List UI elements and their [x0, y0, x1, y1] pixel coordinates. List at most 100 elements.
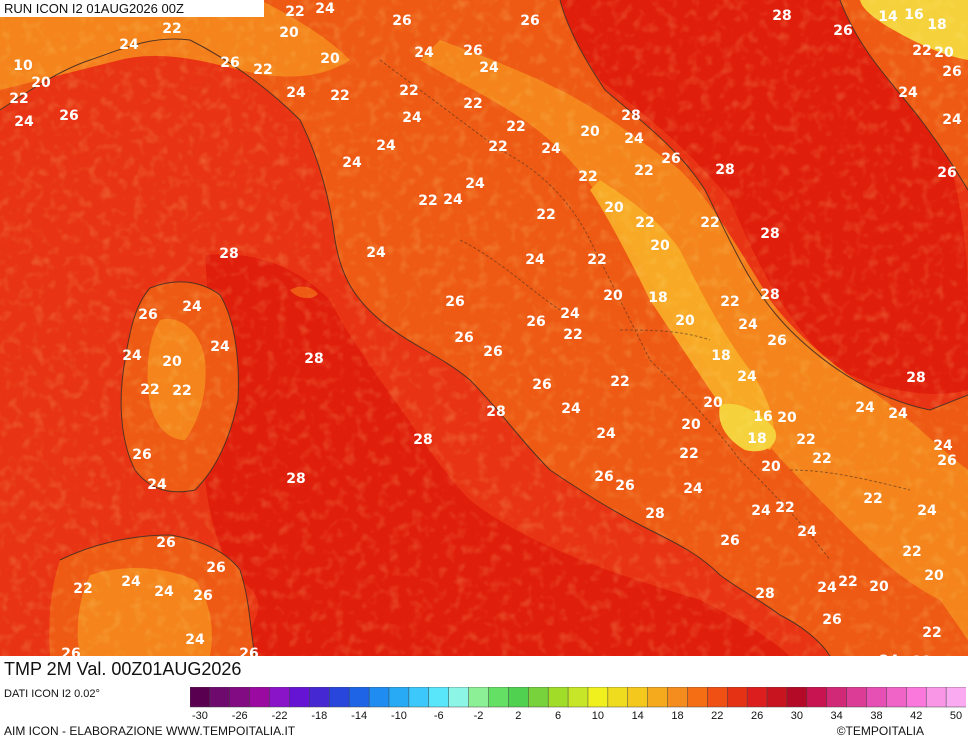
temperature-label: 18	[648, 290, 667, 306]
legend-tick-label: -2	[474, 710, 484, 722]
legend-swatch	[289, 687, 310, 708]
temperature-label: 20	[675, 313, 695, 329]
temperature-label: 24	[888, 406, 908, 422]
temperature-label: 20	[603, 288, 623, 304]
temperature-label: 22	[922, 625, 941, 641]
temperature-label: 26	[61, 646, 80, 656]
temperature-label: 28	[760, 226, 779, 242]
legend-tick-label: -30	[192, 710, 208, 722]
legend-swatch	[886, 687, 907, 708]
legend-swatch	[309, 687, 330, 708]
temperature-label: 28	[772, 8, 791, 24]
temperature-label: 24	[154, 584, 174, 600]
temperature-label: 24	[737, 369, 757, 385]
legend-swatch	[925, 687, 947, 708]
temperature-label: 28	[286, 471, 305, 487]
legend-tick-label: 26	[751, 710, 763, 722]
temperature-label: 24	[210, 339, 230, 355]
temperature-label: 26	[483, 344, 502, 360]
terrain-speckle	[0, 0, 968, 656]
legend-tick-label: 42	[910, 710, 922, 722]
temperature-label: 26	[937, 165, 956, 181]
temperature-label: 26	[454, 330, 473, 346]
temperature-label: 20	[869, 579, 889, 595]
legend-swatch	[766, 687, 788, 708]
temperature-label: 24	[751, 503, 771, 519]
temperature-label: 26	[445, 294, 464, 310]
credits-text: AIM ICON - ELABORAZIONE WWW.TEMPOITALIA.…	[4, 724, 296, 738]
temperature-label: 22	[285, 4, 304, 20]
legend-swatch	[209, 687, 231, 708]
temperature-label: 26	[156, 535, 175, 551]
legend-swatch	[945, 687, 966, 708]
temperature-label: 16	[904, 7, 923, 23]
legend-tick-label: 14	[632, 710, 644, 722]
temperature-label: 20	[31, 75, 51, 91]
temperature-label: 16	[753, 409, 772, 425]
temperature-label: 22	[812, 451, 831, 467]
legend-swatch	[846, 687, 868, 708]
temperature-label: 22	[679, 446, 698, 462]
temperature-label: 20	[703, 395, 723, 411]
temperature-label: 20	[580, 124, 600, 140]
temperature-label: 24	[182, 299, 202, 315]
temperature-label: 24	[122, 348, 142, 364]
legend-tick-label: -18	[311, 710, 327, 722]
legend-swatch	[567, 687, 589, 708]
legend-tick-label: 22	[711, 710, 723, 722]
temperature-label: 26	[720, 533, 739, 549]
temperature-label: 22	[172, 383, 191, 399]
temperature-label: 26	[220, 55, 239, 71]
temperature-label: 28	[715, 162, 734, 178]
temperature-label: 22	[578, 169, 597, 185]
legend-swatch	[488, 687, 509, 708]
temperature-label: 24	[879, 653, 899, 656]
temperature-label: 26	[206, 560, 225, 576]
temperature-label: 22	[587, 252, 606, 268]
temperature-label: 20	[761, 459, 781, 475]
temperature-label: 24	[817, 580, 837, 596]
temperature-label: 22	[634, 163, 653, 179]
legend-swatch	[547, 687, 569, 708]
temperature-map: 22 2426 26 28 14 16182622 202622 2024 24 26242026…	[0, 0, 968, 656]
legend-tick-label: 2	[515, 710, 521, 722]
legend-swatch	[229, 687, 251, 708]
temperature-label: 28	[413, 432, 432, 448]
temperature-label: 20	[162, 354, 182, 370]
temperature-label: 20	[924, 568, 944, 584]
temperature-label: 22	[796, 432, 815, 448]
temperature-label: 22	[912, 43, 931, 59]
temperature-label: 28	[219, 246, 238, 262]
temperature-label: 24	[443, 192, 463, 208]
temperature-label: 22	[488, 139, 507, 155]
temperature-label: 26	[615, 478, 634, 494]
temperature-label: 26	[942, 64, 961, 80]
temperature-label: 26	[532, 377, 551, 393]
temperature-label: 22	[536, 207, 555, 223]
temperature-label: 20	[934, 45, 954, 61]
temperature-label: 18	[927, 17, 946, 33]
temperature-label: 28	[621, 108, 640, 124]
temperature-label: 24	[119, 37, 139, 53]
temperature-label: 28	[755, 586, 774, 602]
temperature-label: 22	[418, 193, 437, 209]
temperature-label: 24	[855, 400, 875, 416]
temperature-label: 22	[863, 491, 882, 507]
temperature-label: 22	[399, 83, 418, 99]
legend-swatch	[348, 687, 370, 708]
legend-swatch	[269, 687, 291, 708]
temperature-label: 22	[506, 119, 525, 135]
temperature-label: 24	[479, 60, 499, 76]
temperature-label: 26	[520, 13, 539, 29]
temperature-label: 24	[683, 481, 703, 497]
legend-swatch	[448, 687, 470, 708]
legend-swatch	[707, 687, 728, 708]
temperature-label: 26	[937, 453, 956, 469]
temperature-label: 26	[463, 43, 482, 59]
temperature-label: 22	[9, 91, 28, 107]
legend-swatch	[587, 687, 609, 708]
legend-swatch	[906, 687, 927, 708]
legend-swatch	[329, 687, 350, 708]
temperature-label: 26	[59, 108, 78, 124]
temperature-label: 20	[320, 51, 340, 67]
